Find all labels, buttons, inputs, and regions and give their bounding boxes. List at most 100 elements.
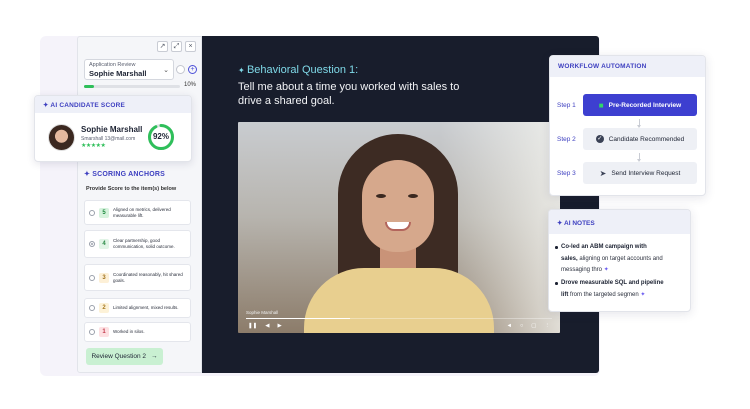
anchor-text: Limited alignment, mixed results. [113, 305, 179, 310]
ai-sparkle-icon: ✦ [603, 267, 609, 273]
skip-back-icon[interactable]: ◀ [265, 323, 269, 329]
sparkle-icon: ✦ [238, 66, 247, 75]
anchor-radio-selected[interactable] [89, 241, 95, 247]
anchor-option-5[interactable]: 5 Aligned on metrics, delivered measurab… [84, 200, 191, 225]
avatar [48, 124, 75, 151]
ai-candidate-score-card: ✦ AI CANDIDATE SCORE Sophie Marshall Sma… [34, 95, 192, 162]
anchor-radio[interactable] [89, 209, 95, 216]
anchor-text: Worked in silos. [113, 329, 145, 334]
anchor-radio[interactable] [89, 274, 95, 281]
interview-panel: ✦ Behavioral Question 1: Tell me about a… [202, 36, 599, 373]
video-seek-fill [246, 318, 351, 319]
notes-header: ✦ AI NOTES [549, 210, 690, 234]
anchor-option-4[interactable]: 4 Clear partnership, good communication,… [84, 230, 191, 258]
note-item: Drove measurable SQL and pipeline lift f… [555, 278, 679, 301]
question-title: ✦ Behavioral Question 1: [238, 64, 358, 76]
score-badge: 1 [99, 327, 109, 337]
score-card-title: AI CANDIDATE SCORE [50, 102, 126, 109]
video-controls-right: ◄ ○ ▢ ⋮ [507, 323, 550, 329]
volume-icon[interactable]: ◄ [507, 323, 512, 329]
video-subject-shirt [304, 268, 494, 333]
scoring-anchors-label: SCORING ANCHORS [92, 171, 165, 178]
select-value: Sophie Marshall [89, 69, 147, 78]
anchor-option-2[interactable]: 2 Limited alignment, mixed results. [84, 298, 191, 318]
score-badge: 3 [99, 272, 109, 283]
skip-forward-icon[interactable]: ▶ [277, 323, 281, 329]
pause-icon[interactable]: ❚❚ [248, 323, 257, 329]
check-circle-icon: ✓ [595, 135, 604, 143]
step-candidate-recommended[interactable]: ✓ Candidate Recommended [583, 128, 697, 150]
window-controls: ↗ ⤢ × [157, 41, 196, 52]
anchor-radio[interactable] [89, 329, 95, 335]
anchor-option-3[interactable]: 3 Coordinated reasonably, hit shared goa… [84, 264, 191, 291]
note-text: from the targeted segmen [568, 291, 639, 298]
video-player[interactable]: Sophie Marshall ❚❚ ◀ ▶ ◄ ○ ▢ ⋮ [238, 122, 560, 333]
video-subject-eye [408, 194, 418, 198]
step-arrow [637, 153, 641, 162]
step-pre-recorded-interview[interactable]: ■ Pre-Recorded Interview [583, 94, 697, 116]
note-bold: Drove measurable SQL and pipeline [561, 280, 664, 286]
progress-fill [84, 85, 94, 88]
add-circle-icon[interactable]: + [188, 65, 197, 74]
step-label: Step 2 [557, 136, 576, 143]
sparkle-icon: ✦ [557, 220, 565, 227]
expand-icon[interactable]: ⤢ [171, 41, 182, 52]
question-text: Tell me about a time you worked with sal… [238, 81, 460, 107]
note-bold: Co-led an ABM campaign with [561, 244, 647, 250]
bullet-dot [555, 282, 558, 285]
note-item: Co-led an ABM campaign with sales, align… [555, 242, 679, 277]
video-controls-left: ❚❚ ◀ ▶ [248, 323, 282, 329]
video-camera-icon: ■ [598, 100, 604, 110]
review-question-button[interactable]: Review Question 2 → [86, 348, 163, 365]
workflow-title: WORKFLOW AUTOMATION [550, 56, 705, 77]
external-link-icon[interactable]: ↗ [157, 41, 168, 52]
anchor-text: Clear partnership, good communication, s… [113, 238, 175, 249]
ai-sparkle-icon: ✦ [640, 291, 646, 298]
scoring-anchors-title: ✦ SCORING ANCHORS [84, 170, 165, 178]
workflow-automation-card: WORKFLOW AUTOMATION Step 1 ■ Pre-Recorde… [549, 55, 706, 196]
step-text: Pre-Recorded Interview [608, 101, 682, 109]
anchor-text: Coordinated reasonably, hit shared goals… [113, 271, 183, 283]
review-sidebar: ↗ ⤢ × Application Review Sophie Marshall… [77, 36, 202, 373]
scoring-anchors-subtitle: Provide Score to the item(s) below [86, 186, 177, 192]
star-rating: ★★★★★ [81, 143, 106, 149]
step-send-interview-request[interactable]: ➤ Send Interview Request [583, 162, 697, 184]
progress-label: 10% [184, 82, 197, 88]
question-title-text: Behavioral Question 1: [246, 64, 359, 76]
application-select[interactable]: Application Review Sophie Marshall ⌄ [84, 59, 174, 80]
anchor-text: Aligned on metrics, delivered measurable… [113, 206, 171, 218]
select-label: Application Review [89, 62, 136, 68]
notes-title: AI NOTES [564, 220, 595, 227]
bullet-dot [555, 246, 558, 249]
app-composite: ↗ ⤢ × Application Review Sophie Marshall… [0, 0, 750, 409]
fullscreen-icon[interactable]: ▢ [531, 323, 536, 329]
anchor-radio[interactable] [89, 305, 95, 311]
video-seek-bar[interactable] [246, 318, 552, 319]
step-arrow [637, 119, 641, 128]
score-value: 92% [152, 132, 169, 141]
score-badge: 2 [99, 303, 109, 313]
video-subject-face [362, 160, 434, 252]
review-button-label: Review Question 2 [91, 353, 147, 360]
review-progress-bar [84, 85, 180, 88]
step-text: Candidate Recommended [608, 135, 685, 143]
note-bold: sales, [561, 255, 578, 262]
candidate-name: Sophie Marshall [81, 125, 143, 134]
step-text: Send Interview Request [611, 169, 681, 177]
ai-notes-card: ✦ AI NOTES Co-led an ABM campaign with s… [548, 209, 691, 312]
video-caption: Sophie Marshall [246, 310, 279, 315]
send-icon: ➤ [599, 168, 607, 178]
status-circle-icon[interactable] [176, 65, 185, 74]
video-subject-mouth [385, 222, 411, 231]
close-icon[interactable]: × [185, 41, 196, 52]
anchor-option-1[interactable]: 1 Worked in silos. [84, 322, 191, 342]
step-label: Step 1 [557, 102, 576, 109]
step-label: Step 3 [557, 170, 576, 177]
video-subject-eye [376, 194, 386, 198]
settings-icon[interactable]: ○ [520, 323, 523, 329]
arrow-right-icon: → [151, 353, 158, 360]
chevron-down-icon: ⌄ [163, 67, 169, 74]
score-card-header: ✦ AI CANDIDATE SCORE [35, 96, 191, 113]
score-badge: 4 [99, 239, 109, 249]
more-icon[interactable]: ⋮ [545, 323, 551, 329]
